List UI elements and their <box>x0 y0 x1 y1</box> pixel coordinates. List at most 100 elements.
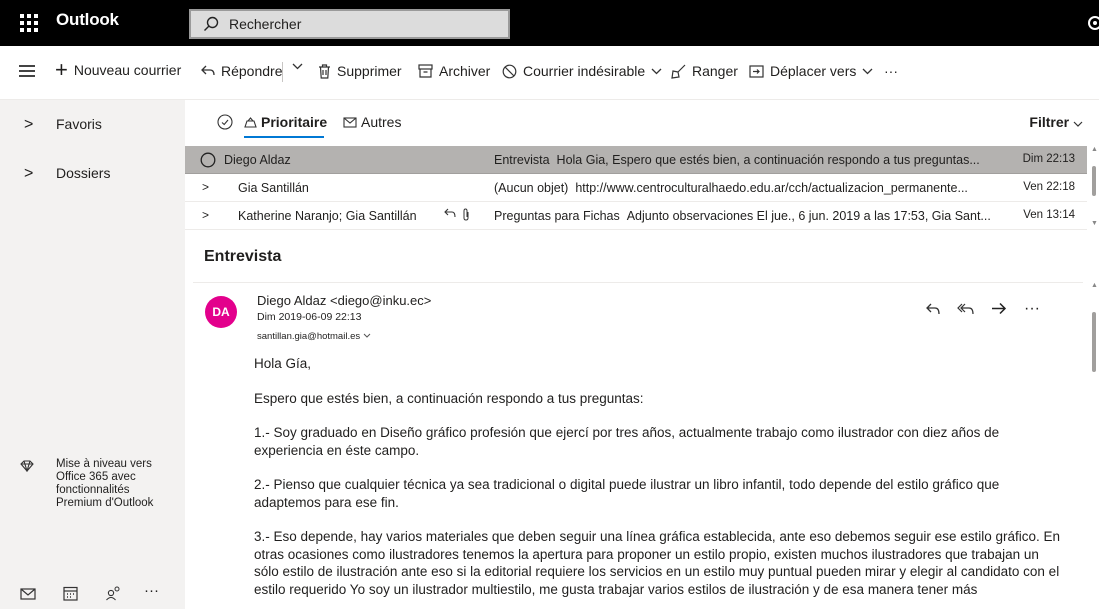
search-icon <box>204 16 219 31</box>
select-all-icon[interactable] <box>217 114 233 130</box>
message-subject-preview: Entrevista Hola Gia, Espero que estés bi… <box>494 153 994 167</box>
chevron-right-icon[interactable]: > <box>202 180 209 194</box>
message-actions: ··· <box>926 301 1040 317</box>
scroll-thumb[interactable] <box>1092 166 1096 196</box>
message-sender: Katherine Naranjo; Gia Santillán <box>238 209 417 223</box>
archive-label: Archiver <box>439 63 491 79</box>
plus-icon: + <box>55 57 68 82</box>
other-mail-icon <box>343 116 357 128</box>
message-date: Ven 13:14 <box>1023 209 1075 221</box>
chevron-right-icon: > <box>24 165 34 182</box>
message-preview: Adjunto observaciones El jue., 6 jun. 20… <box>626 209 991 223</box>
sidebar-item-dossiers[interactable]: > Dossiers <box>0 155 185 195</box>
reply-button[interactable]: Répondre <box>201 63 283 79</box>
message-preview: http://www.centroculturalhaedo.edu.ar/cc… <box>575 181 968 195</box>
sidebar-item-label: Dossiers <box>56 165 111 181</box>
message-subject: (Aucun objet) <box>494 181 569 195</box>
mail-icon[interactable] <box>20 588 36 600</box>
move-to-label: Déplacer vers <box>770 63 857 79</box>
inbox-pivot: Prioritaire Autres Filtrer <box>200 108 1099 138</box>
tab-other-label: Autres <box>361 114 402 130</box>
scroll-up-icon[interactable]: ▲ <box>1091 282 1098 289</box>
hamburger-icon[interactable] <box>19 65 35 77</box>
message-subject: Preguntas para Fichas <box>494 209 620 223</box>
sweep-label: Ranger <box>692 63 738 79</box>
recipient-address: santillan.gia@hotmail.es <box>257 331 361 342</box>
top-bar: Outlook Rechercher <box>0 0 1099 46</box>
message-subject-preview: (Aucun objet) http://www.centroculturalh… <box>494 181 994 195</box>
list-scrollbar[interactable]: ▲ ▼ <box>1089 146 1099 230</box>
search-input[interactable]: Rechercher <box>189 9 510 39</box>
forward-icon[interactable] <box>991 302 1007 315</box>
more-icon[interactable]: ··· <box>144 582 159 599</box>
reply-dropdown[interactable] <box>292 63 303 70</box>
reply-icon[interactable] <box>926 302 940 315</box>
chevron-down-icon <box>1073 121 1083 127</box>
replied-icon <box>444 208 456 218</box>
message-row[interactable]: Diego Aldaz Entrevista Hola Gia, Espero … <box>185 146 1087 174</box>
delete-button[interactable]: Supprimer <box>318 63 402 79</box>
chevron-right-icon[interactable]: > <box>202 208 209 222</box>
body-paragraph: Espero que estés bien, a continuación re… <box>254 390 644 406</box>
gear-icon[interactable] <box>1085 13 1099 33</box>
message-date: Ven 22:18 <box>1023 181 1075 193</box>
move-to-button[interactable]: Déplacer vers <box>749 63 873 79</box>
active-tab-indicator <box>244 136 324 138</box>
message-row[interactable]: > Gia Santillán (Aucun objet) http://www… <box>185 174 1087 202</box>
search-placeholder: Rechercher <box>229 16 302 32</box>
body-paragraph: 2.- Pienso que cualquier técnica ya sea … <box>254 477 1000 510</box>
message-subject: Entrevista <box>494 153 550 167</box>
command-bar: + Nouveau courrier Répondre Supprimer Ar… <box>0 46 1099 100</box>
message-recipients[interactable]: santillan.gia@hotmail.es <box>257 331 371 342</box>
message-body: Hola Gía, Espero que estés bien, a conti… <box>254 355 1064 609</box>
junk-label: Courrier indésirable <box>523 63 646 79</box>
app-launcher-icon[interactable] <box>20 14 38 32</box>
divider <box>193 282 1083 283</box>
reply-all-icon[interactable] <box>957 302 974 315</box>
calendar-icon[interactable] <box>63 586 78 601</box>
sidebar: > Favoris > Dossiers Mise à niveau vers … <box>0 100 185 609</box>
new-mail-button[interactable]: + Nouveau courrier <box>55 57 181 82</box>
upgrade-text: Mise à niveau vers Office 365 avec fonct… <box>56 458 154 509</box>
broom-icon <box>671 64 686 79</box>
people-icon[interactable] <box>105 585 122 601</box>
message-from[interactable]: Diego Aldaz <diego@inku.ec> <box>257 293 431 308</box>
tab-focused-label: Prioritaire <box>261 114 328 130</box>
delete-label: Supprimer <box>337 63 402 79</box>
block-icon <box>502 64 517 78</box>
reading-scrollbar[interactable]: ▲ <box>1089 282 1099 609</box>
more-icon[interactable]: ··· <box>1024 301 1040 317</box>
chevron-down-icon <box>363 333 371 338</box>
message-subject-preview: Preguntas para Fichas Adjunto observacio… <box>494 209 994 223</box>
sweep-button[interactable]: Ranger <box>671 63 738 79</box>
body-paragraph: Hola Gía, <box>254 356 312 371</box>
diamond-icon <box>20 460 34 472</box>
module-switcher: ··· <box>0 582 185 609</box>
conversation-title: Entrevista <box>204 248 282 265</box>
sidebar-item-favoris[interactable]: > Favoris <box>0 106 185 146</box>
tab-other[interactable]: Autres <box>343 114 401 130</box>
chevron-down-icon <box>862 68 873 74</box>
archive-icon <box>418 64 433 78</box>
scroll-down-icon[interactable]: ▼ <box>1091 220 1098 227</box>
filter-label: Filtrer <box>1029 114 1070 130</box>
divider <box>282 62 283 82</box>
attachment-icon <box>463 208 469 221</box>
scroll-thumb[interactable] <box>1092 312 1096 372</box>
chevron-down-icon <box>651 68 662 74</box>
message-date: Dim 22:13 <box>1022 153 1075 165</box>
app-title[interactable]: Outlook <box>56 10 119 30</box>
message-preview: Hola Gia, Espero que estés bien, a conti… <box>556 153 980 167</box>
avatar[interactable]: DA <box>205 296 237 328</box>
filter-button[interactable]: Filtrer <box>1029 114 1083 130</box>
reply-label: Répondre <box>221 63 283 79</box>
message-row[interactable]: > Katherine Naranjo; Gia Santillán Pregu… <box>185 202 1087 230</box>
scroll-up-icon[interactable]: ▲ <box>1091 146 1098 153</box>
select-circle-icon[interactable] <box>200 152 216 168</box>
tab-focused[interactable]: Prioritaire <box>244 114 327 130</box>
archive-button[interactable]: Archiver <box>418 63 490 79</box>
chevron-right-icon: > <box>24 116 34 133</box>
junk-button[interactable]: Courrier indésirable <box>502 63 662 79</box>
more-commands-button[interactable]: ··· <box>884 63 898 79</box>
message-sender: Diego Aldaz <box>224 153 291 167</box>
